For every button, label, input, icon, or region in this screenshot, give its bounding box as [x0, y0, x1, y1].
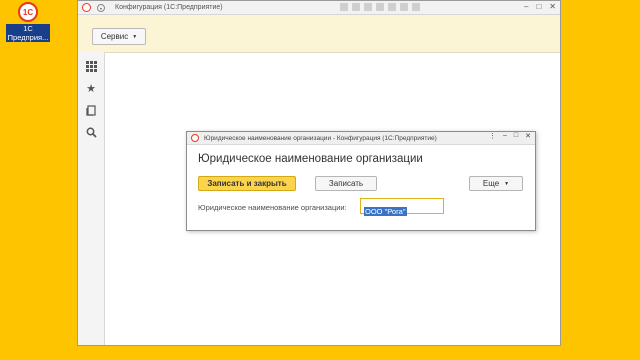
- desktop-shortcut-1c[interactable]: 1С 1С Предприя...: [6, 2, 50, 42]
- org-name-value: ООО "Рога": [364, 207, 407, 216]
- chevron-down-icon: ▼: [132, 33, 138, 40]
- window-title: Конфигурация (1С:Предприятие): [115, 4, 223, 11]
- dialog-titlebar: Юридическое наименование организации - К…: [187, 132, 535, 145]
- title-toolbar: [340, 3, 420, 11]
- favorites-icon[interactable]: [388, 3, 396, 11]
- main-titlebar: Конфигурация (1С:Предприятие) – □ ✕: [78, 1, 560, 15]
- org-name-label: Юридическое наименование организации:: [198, 203, 347, 212]
- star-icon[interactable]: ★: [85, 82, 97, 95]
- calc-icon[interactable]: [400, 3, 408, 11]
- save-and-close-button[interactable]: Записать и закрыть: [198, 176, 296, 191]
- dialog-title: Юридическое наименование организации - К…: [204, 134, 437, 142]
- app-logo-icon: [82, 3, 91, 12]
- dialog-minimize-icon[interactable]: –: [503, 132, 507, 140]
- dialog-maximize-icon[interactable]: □: [514, 132, 518, 140]
- dialog-heading: Юридическое наименование организации: [198, 153, 423, 165]
- org-name-input[interactable]: ООО "Рога": [360, 198, 444, 216]
- save-button[interactable]: Записать: [315, 176, 377, 191]
- desktop-shortcut-label-1: 1С: [6, 24, 50, 33]
- dialog-close-icon[interactable]: ✕: [525, 132, 531, 140]
- dialog-more-icon[interactable]: ⋮: [489, 132, 496, 140]
- bell-icon[interactable]: [364, 3, 372, 11]
- info-icon[interactable]: [412, 3, 420, 11]
- save-icon[interactable]: [340, 3, 348, 11]
- search-icon[interactable]: [85, 126, 97, 138]
- service-button-label: Сервис: [100, 32, 129, 41]
- more-button[interactable]: Еще ▼: [469, 176, 523, 191]
- dialog-controls: ⋮ – □ ✕: [489, 132, 531, 140]
- window-controls: – □ ✕: [524, 2, 556, 11]
- org-name-dialog: Юридическое наименование организации - К…: [186, 131, 536, 231]
- main-menu-icon[interactable]: [97, 3, 105, 12]
- history-icon[interactable]: [376, 3, 384, 11]
- history-panel-icon[interactable]: [85, 104, 97, 116]
- sections-panel: ★: [78, 52, 105, 345]
- top-toolbar: Сервис ▼: [78, 15, 560, 53]
- more-button-label: Еще: [482, 179, 500, 188]
- minimize-icon[interactable]: –: [524, 2, 528, 11]
- print-icon[interactable]: [352, 3, 360, 11]
- maximize-icon[interactable]: □: [536, 2, 541, 11]
- service-button[interactable]: Сервис ▼: [92, 28, 146, 45]
- close-icon[interactable]: ✕: [549, 2, 556, 11]
- desktop-shortcut-label-2: Предприя...: [6, 33, 50, 42]
- chevron-down-icon: ▼: [504, 180, 510, 187]
- grid-menu-icon[interactable]: [85, 60, 97, 72]
- dialog-logo-icon: [191, 134, 199, 142]
- 1c-logo-icon: 1С: [18, 2, 38, 22]
